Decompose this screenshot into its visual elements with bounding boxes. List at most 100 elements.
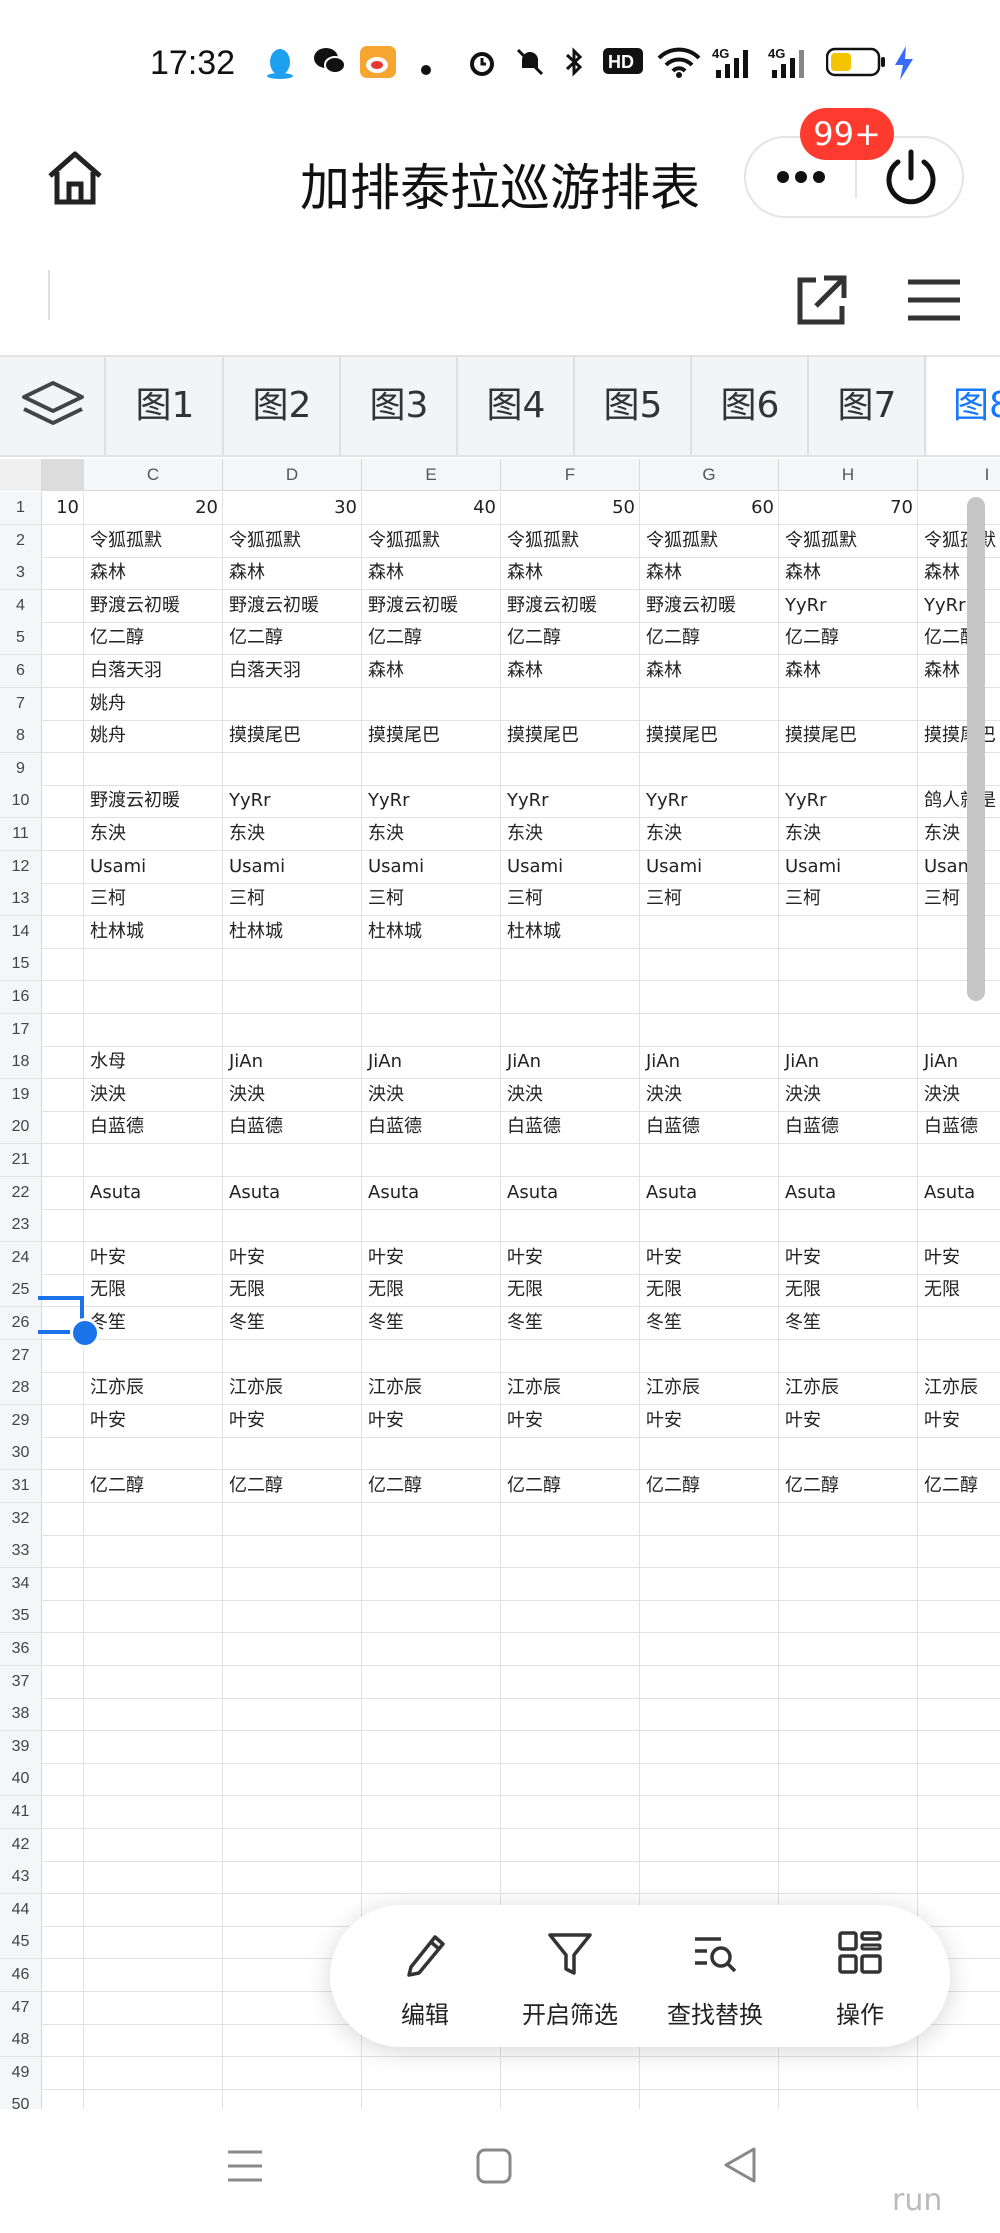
table-cell[interactable]: Asuta <box>362 1176 501 1209</box>
column-header[interactable]: D <box>223 459 362 491</box>
table-cell[interactable] <box>84 1209 223 1242</box>
row-number[interactable]: 18 <box>0 1046 42 1079</box>
table-cell[interactable]: Usami <box>779 850 918 883</box>
table-cell[interactable] <box>918 1829 1000 1861</box>
table-cell[interactable] <box>223 687 362 720</box>
table-cell[interactable] <box>42 655 84 687</box>
table-cell[interactable]: 野渡云初暖 <box>223 589 362 622</box>
table-cell[interactable] <box>42 557 84 590</box>
table-cell[interactable] <box>42 1600 84 1633</box>
table-cell[interactable]: 白落天羽 <box>84 655 223 687</box>
row-number[interactable]: 47 <box>0 1991 42 2024</box>
table-cell[interactable] <box>362 752 501 785</box>
table-cell[interactable] <box>42 1372 84 1405</box>
table-cell[interactable]: 东泱 <box>362 818 501 850</box>
table-cell[interactable] <box>779 948 918 981</box>
table-cell[interactable]: 三柯 <box>362 883 501 916</box>
table-cell[interactable]: 鸽人就是 <box>918 785 1000 817</box>
table-cell[interactable]: 泱泱 <box>779 1078 918 1111</box>
table-cell[interactable] <box>362 1861 501 1894</box>
table-cell[interactable]: 泱泱 <box>362 1078 501 1111</box>
edit-button[interactable]: 编辑 <box>355 1905 495 2047</box>
row-number[interactable]: 45 <box>0 1926 42 1959</box>
table-cell[interactable] <box>84 1665 223 1698</box>
table-cell[interactable]: 江亦辰 <box>779 1372 918 1405</box>
table-cell[interactable] <box>640 1013 779 1046</box>
table-cell[interactable]: 江亦辰 <box>223 1372 362 1405</box>
table-cell[interactable]: 野渡云初暖 <box>640 589 779 622</box>
table-cell[interactable]: 东泱 <box>501 818 640 850</box>
row-number[interactable]: 19 <box>0 1078 42 1111</box>
table-cell[interactable] <box>84 1763 223 1796</box>
table-cell[interactable] <box>42 1959 84 1991</box>
row-number[interactable]: 39 <box>0 1730 42 1763</box>
table-cell[interactable] <box>362 948 501 981</box>
table-cell[interactable]: Usami <box>640 850 779 883</box>
sheet-tab[interactable]: 图1 <box>108 357 224 455</box>
table-cell[interactable]: 亿二醇 <box>362 1470 501 1502</box>
table-cell[interactable] <box>779 981 918 1013</box>
table-cell[interactable] <box>501 1665 640 1698</box>
table-cell[interactable] <box>501 1633 640 1665</box>
table-cell[interactable] <box>362 1339 501 1372</box>
table-cell[interactable]: Asuta <box>84 1176 223 1209</box>
table-cell[interactable]: YyRr <box>640 785 779 818</box>
row-number[interactable]: 11 <box>0 818 42 850</box>
table-cell[interactable] <box>84 2024 223 2057</box>
table-cell[interactable]: 白蓝德 <box>918 1111 1000 1143</box>
table-cell[interactable] <box>84 1828 223 1861</box>
table-cell[interactable] <box>42 1535 84 1568</box>
row-number[interactable]: 9 <box>0 752 42 785</box>
table-cell[interactable]: 叶安 <box>918 1405 1000 1437</box>
row-number[interactable]: 14 <box>0 915 42 948</box>
recents-icon[interactable] <box>226 2148 264 2184</box>
table-cell[interactable] <box>501 1013 640 1046</box>
row-number[interactable]: 12 <box>0 850 42 883</box>
table-cell[interactable] <box>779 2089 918 2109</box>
table-cell[interactable] <box>779 1600 918 1633</box>
table-cell[interactable] <box>640 1339 779 1372</box>
table-cell[interactable] <box>501 948 640 981</box>
row-number[interactable]: 1 <box>0 492 42 524</box>
table-cell[interactable] <box>640 1633 779 1665</box>
column-header[interactable]: F <box>501 459 640 491</box>
row-number[interactable]: 21 <box>0 1144 42 1176</box>
row-number[interactable]: 33 <box>0 1535 42 1568</box>
table-cell[interactable]: 东泱 <box>640 818 779 850</box>
table-cell[interactable] <box>223 2024 362 2057</box>
table-cell[interactable]: 叶安 <box>779 1241 918 1274</box>
table-cell[interactable]: 亿二醇 <box>223 1470 362 1502</box>
table-cell[interactable]: 三柯 <box>779 883 918 916</box>
row-number[interactable]: 35 <box>0 1600 42 1633</box>
vertical-scrollbar[interactable] <box>967 497 985 1001</box>
row-number[interactable]: 43 <box>0 1861 42 1894</box>
table-cell[interactable]: 野渡云初暖 <box>84 589 223 622</box>
table-cell[interactable] <box>501 1796 640 1828</box>
table-cell[interactable] <box>779 1013 918 1046</box>
table-cell[interactable] <box>223 1796 362 1828</box>
table-cell[interactable] <box>42 981 84 1013</box>
row-number[interactable]: 32 <box>0 1502 42 1535</box>
row-number[interactable]: 44 <box>0 1893 42 1926</box>
table-cell[interactable]: JiAn <box>918 1046 1000 1078</box>
table-cell[interactable]: 冬笙 <box>223 1307 362 1339</box>
table-cell[interactable]: 森林 <box>501 557 640 590</box>
row-number[interactable]: 36 <box>0 1633 42 1665</box>
table-cell[interactable]: 令狐孤默 <box>84 524 223 557</box>
table-cell[interactable] <box>640 2089 779 2109</box>
menu-button[interactable] <box>902 268 966 332</box>
table-cell[interactable] <box>640 1665 779 1698</box>
table-cell[interactable]: 叶安 <box>640 1241 779 1274</box>
table-cell[interactable] <box>918 492 1000 524</box>
table-cell[interactable] <box>362 687 501 720</box>
table-cell[interactable]: 亿二醇 <box>362 622 501 655</box>
row-number[interactable]: 23 <box>0 1209 42 1242</box>
table-cell[interactable] <box>501 1339 640 1372</box>
table-cell[interactable] <box>42 1633 84 1665</box>
column-header[interactable]: E <box>362 459 501 491</box>
table-cell[interactable] <box>223 2056 362 2089</box>
table-cell[interactable] <box>362 1665 501 1698</box>
table-cell[interactable]: 三柯 <box>223 883 362 916</box>
table-cell[interactable] <box>42 2089 84 2109</box>
table-cell[interactable] <box>42 1013 84 1046</box>
